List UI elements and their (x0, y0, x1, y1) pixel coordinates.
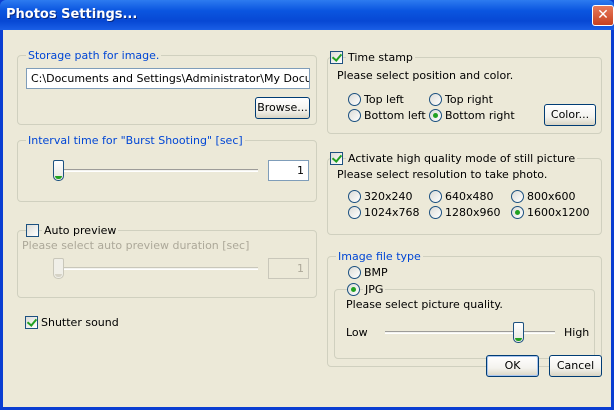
ok-button[interactable]: OK (486, 355, 539, 377)
radio-bottom-right[interactable] (429, 109, 442, 122)
radio-bmp[interactable] (348, 266, 361, 279)
browse-button[interactable]: Browse... (255, 97, 310, 119)
burst-slider-thumb[interactable] (53, 160, 64, 181)
dialog-client-area: Storage path for image. C:\Documents and… (3, 30, 611, 407)
shutter-sound-label: Shutter sound (41, 316, 119, 329)
auto-preview-duration-input[interactable]: 1 (268, 258, 309, 279)
time-stamp-group: Time stamp Please select position and co… (327, 51, 602, 134)
high-quality-instruction: Please select resolution to take photo. (337, 168, 548, 181)
time-stamp-instruction: Please select position and color. (337, 69, 514, 82)
shutter-sound-checkbox[interactable] (25, 316, 38, 329)
storage-path-label: Storage path for image. (26, 49, 162, 62)
radio-top-left[interactable] (348, 93, 361, 106)
time-stamp-label: Time stamp (346, 51, 415, 64)
radio-bmp-label: BMP (364, 266, 388, 279)
quality-high-label: High (564, 326, 590, 339)
color-button[interactable]: Color... (544, 104, 596, 126)
radio-1280x960[interactable] (429, 206, 442, 219)
burst-interval-group: Interval time for "Burst Shooting" [sec]… (17, 134, 317, 202)
quality-slider-track[interactable] (385, 331, 555, 334)
radio-bottom-left[interactable] (348, 109, 361, 122)
image-file-type-label: Image file type (336, 250, 423, 263)
radio-jpg-label: JPG (363, 283, 386, 296)
radio-1024x768-label: 1024x768 (364, 206, 420, 219)
radio-320x240-label: 320x240 (364, 190, 413, 203)
burst-interval-label: Interval time for "Burst Shooting" [sec] (26, 134, 245, 147)
quality-slider-thumb[interactable] (512, 322, 524, 343)
title-bar[interactable]: Photos Settings... ✕ (0, 0, 614, 30)
jpg-quality-group: JPG Please select picture quality. Low H… (334, 283, 595, 359)
radio-640x480[interactable] (429, 190, 442, 203)
radio-jpg[interactable] (347, 283, 360, 296)
high-quality-label: Activate high quality mode of still pict… (346, 152, 578, 165)
quality-low-label: Low (346, 326, 368, 339)
jpg-quality-instruction: Please select picture quality. (346, 298, 503, 311)
high-quality-checkbox[interactable] (330, 152, 343, 165)
auto-preview-group: Auto preview Please select auto preview … (17, 224, 317, 298)
radio-1600x1200[interactable] (511, 206, 524, 219)
auto-preview-label: Auto preview (42, 224, 119, 237)
radio-640x480-label: 640x480 (445, 190, 494, 203)
radio-1024x768[interactable] (348, 206, 361, 219)
auto-preview-hint: Please select auto preview duration [sec… (22, 239, 250, 252)
dialog-window: Photos Settings... ✕ Storage path for im… (0, 0, 614, 410)
storage-path-field[interactable]: C:\Documents and Settings\Administrator\… (26, 68, 310, 89)
radio-bottom-right-label: Bottom right (445, 109, 515, 122)
radio-800x600[interactable] (511, 190, 524, 203)
storage-path-group: Storage path for image. C:\Documents and… (17, 49, 317, 125)
burst-slider-track[interactable] (58, 169, 258, 172)
radio-1280x960-label: 1280x960 (445, 206, 501, 219)
window-title: Photos Settings... (6, 7, 138, 22)
auto-preview-slider-thumb[interactable] (53, 258, 64, 279)
radio-1600x1200-label: 1600x1200 (527, 206, 590, 219)
radio-top-right[interactable] (429, 93, 442, 106)
image-file-type-group: Image file type BMP JPG Please select pi… (327, 250, 602, 367)
high-quality-group: Activate high quality mode of still pict… (327, 152, 602, 235)
radio-320x240[interactable] (348, 190, 361, 203)
cancel-button[interactable]: Cancel (549, 355, 602, 377)
close-button[interactable]: ✕ (592, 5, 614, 26)
radio-800x600-label: 800x600 (527, 190, 576, 203)
burst-interval-input[interactable]: 1 (268, 160, 309, 181)
radio-top-left-label: Top left (364, 93, 404, 106)
radio-top-right-label: Top right (445, 93, 493, 106)
radio-bottom-left-label: Bottom left (364, 109, 426, 122)
auto-preview-slider-track[interactable] (58, 267, 258, 270)
auto-preview-checkbox[interactable] (26, 224, 39, 237)
time-stamp-checkbox[interactable] (330, 51, 343, 64)
